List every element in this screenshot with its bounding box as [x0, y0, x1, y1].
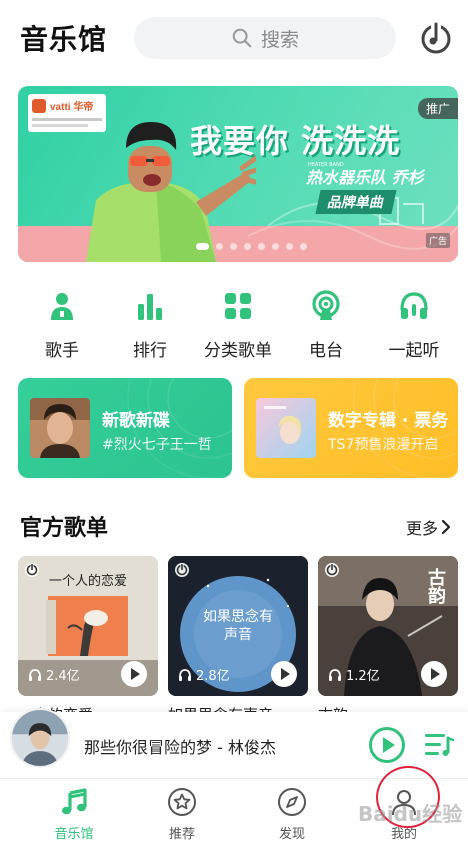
- platform-badge-icon: [325, 563, 339, 577]
- music-note-icon: [62, 788, 87, 815]
- banner-subline: 热水器乐队 乔杉: [306, 168, 424, 187]
- digital-album-thumbnail: [256, 398, 316, 458]
- shortcut-category[interactable]: 分类歌单: [198, 290, 278, 361]
- playlist-queue-icon[interactable]: [424, 732, 454, 758]
- singer-icon: [51, 293, 73, 320]
- pagination-dot: [258, 243, 265, 250]
- star-icon: [168, 788, 196, 816]
- category-icon: [225, 293, 251, 319]
- ad-tag: 广告: [425, 233, 450, 248]
- pagination-dot: [216, 243, 223, 250]
- tab-music-hall[interactable]: 音乐馆: [34, 787, 114, 842]
- feature-subtitle: #烈火七子王一哲: [102, 437, 212, 453]
- shortcut-label: 电台: [309, 341, 343, 361]
- shortcut-listen-together[interactable]: 一起听: [374, 290, 454, 361]
- more-link[interactable]: 更多: [406, 515, 452, 539]
- pagination-dot: [300, 243, 307, 250]
- shortcut-ranking[interactable]: 排行: [110, 290, 190, 361]
- play-icon[interactable]: [420, 660, 448, 688]
- play-count: 2.4亿: [28, 665, 80, 684]
- section-title: 官方歌单: [20, 516, 109, 541]
- search-placeholder: 搜索: [260, 28, 299, 51]
- play-count-value: 2.4亿: [46, 669, 80, 684]
- platform-badge-icon: [25, 563, 39, 577]
- pagination-dot: [230, 243, 237, 250]
- headphone-icon: [329, 668, 341, 681]
- now-playing-cover[interactable]: [10, 708, 70, 768]
- play-icon[interactable]: [120, 660, 148, 688]
- play-icon[interactable]: [270, 660, 298, 688]
- shortcut-label: 排行: [133, 341, 167, 361]
- pagination-dot: [286, 243, 293, 250]
- feature-subtitle: TS7预售浪漫开启: [328, 437, 439, 453]
- tab-label: 发现: [278, 827, 305, 842]
- playlist-card[interactable]: 如果思念有声音 2.8亿: [168, 556, 308, 696]
- shortcut-label: 一起听: [388, 341, 440, 361]
- shortcut-singer[interactable]: 歌手: [22, 290, 102, 361]
- shortcut-radio[interactable]: 电台: [286, 290, 366, 361]
- playlist-cover-text: 如果思念有声音: [203, 609, 273, 643]
- tab-recommend[interactable]: 推荐: [142, 787, 222, 842]
- pagination-dot: [196, 243, 209, 250]
- banner-pagination: [196, 243, 307, 250]
- feature-digital-album[interactable]: 数字专辑 · 票务 TS7预售浪漫开启: [244, 378, 458, 478]
- chevron-right-icon: [441, 519, 451, 535]
- shortcut-label: 分类歌单: [204, 341, 272, 361]
- promo-tag: 推广: [417, 98, 458, 119]
- feature-title: 数字专辑 · 票务: [328, 411, 449, 431]
- new-songs-thumbnail: [30, 398, 90, 458]
- pagination-dot: [244, 243, 251, 250]
- feature-new-songs[interactable]: 新歌新碟 #烈火七子王一哲: [18, 378, 232, 478]
- play-count-value: 1.2亿: [346, 669, 380, 684]
- promo-banner[interactable]: vatti 华帝 我要你 洗洗洗 HEATER BAND 热水器乐队 乔杉 品牌…: [18, 86, 458, 262]
- more-label: 更多: [406, 519, 439, 538]
- shortcut-label: 歌手: [45, 341, 79, 361]
- watermark: Baidu经验: [358, 802, 463, 826]
- page-title: 音乐馆: [20, 23, 108, 56]
- headphone-icon: [29, 668, 41, 681]
- play-button-icon[interactable]: [368, 726, 406, 764]
- banner-headline: 我要你 洗洗洗: [190, 122, 401, 160]
- playlist-card[interactable]: 一个人的恋爱 2.4亿: [18, 556, 158, 696]
- platform-badge-icon: [175, 563, 189, 577]
- radio-icon: [312, 290, 340, 320]
- now-playing-title: 那些你很冒险的梦 - 林俊杰: [84, 738, 276, 757]
- play-count-value: 2.8亿: [196, 669, 230, 684]
- tab-label: 推荐: [168, 827, 195, 842]
- play-count: 2.8亿: [178, 665, 230, 684]
- headphone-icon: [179, 668, 191, 681]
- compass-icon: [278, 788, 306, 816]
- playlist-card[interactable]: 古韵 1.2亿: [318, 556, 458, 696]
- play-count: 1.2亿: [328, 665, 380, 684]
- listen-together-icon: [400, 292, 428, 319]
- music-recognize-icon[interactable]: [418, 20, 454, 56]
- pagination-dot: [272, 243, 279, 250]
- feature-title: 新歌新碟: [102, 411, 170, 431]
- ranking-icon: [138, 294, 162, 320]
- tab-label: 音乐馆: [54, 827, 94, 842]
- search-icon: [232, 28, 252, 48]
- playlist-cover-text: 古韵: [425, 568, 446, 604]
- header: 音乐馆 搜索: [0, 0, 468, 80]
- search-box[interactable]: 搜索: [134, 17, 396, 59]
- tab-discover[interactable]: 发现: [252, 787, 332, 842]
- banner-ribbon: 品牌单曲: [315, 190, 397, 214]
